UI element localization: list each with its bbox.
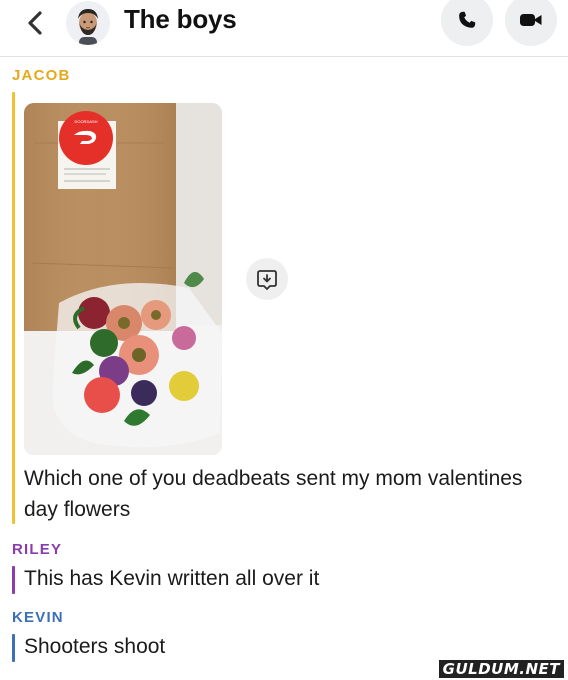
message-text-jacob: Which one of you deadbeats sent my mom v… bbox=[24, 467, 523, 521]
message-bar-kevin bbox=[12, 634, 15, 662]
photo-attachment[interactable]: DOORDASH bbox=[24, 103, 222, 455]
message-text-riley: This has Kevin written all over it bbox=[24, 567, 320, 590]
call-button[interactable] bbox=[441, 0, 493, 46]
message-text-kevin: Shooters shoot bbox=[24, 635, 166, 658]
bag-label: DOORDASH bbox=[74, 119, 97, 124]
message-bar-jacob bbox=[12, 92, 15, 524]
save-to-chat-button[interactable] bbox=[246, 258, 288, 300]
chevron-left-icon bbox=[28, 11, 42, 35]
video-camera-icon bbox=[520, 14, 542, 26]
save-download-icon bbox=[257, 270, 277, 290]
chat-title[interactable]: The boys bbox=[124, 4, 237, 35]
sender-name-jacob: JACOB bbox=[12, 67, 71, 84]
message-bar-riley bbox=[12, 566, 15, 594]
back-button[interactable] bbox=[20, 8, 50, 38]
sender-name-riley: RILEY bbox=[12, 541, 63, 558]
watermark: GULDUM.NET bbox=[438, 660, 564, 678]
sender-name-kevin: KEVIN bbox=[12, 609, 64, 626]
phone-icon bbox=[459, 11, 476, 28]
photo-flowers-doordash-bag-icon: DOORDASH bbox=[24, 103, 222, 455]
bitmoji-avatar-icon bbox=[66, 1, 110, 45]
video-call-button[interactable] bbox=[505, 0, 557, 46]
avatar[interactable] bbox=[66, 1, 110, 45]
chat-header: The boys bbox=[0, 0, 568, 57]
